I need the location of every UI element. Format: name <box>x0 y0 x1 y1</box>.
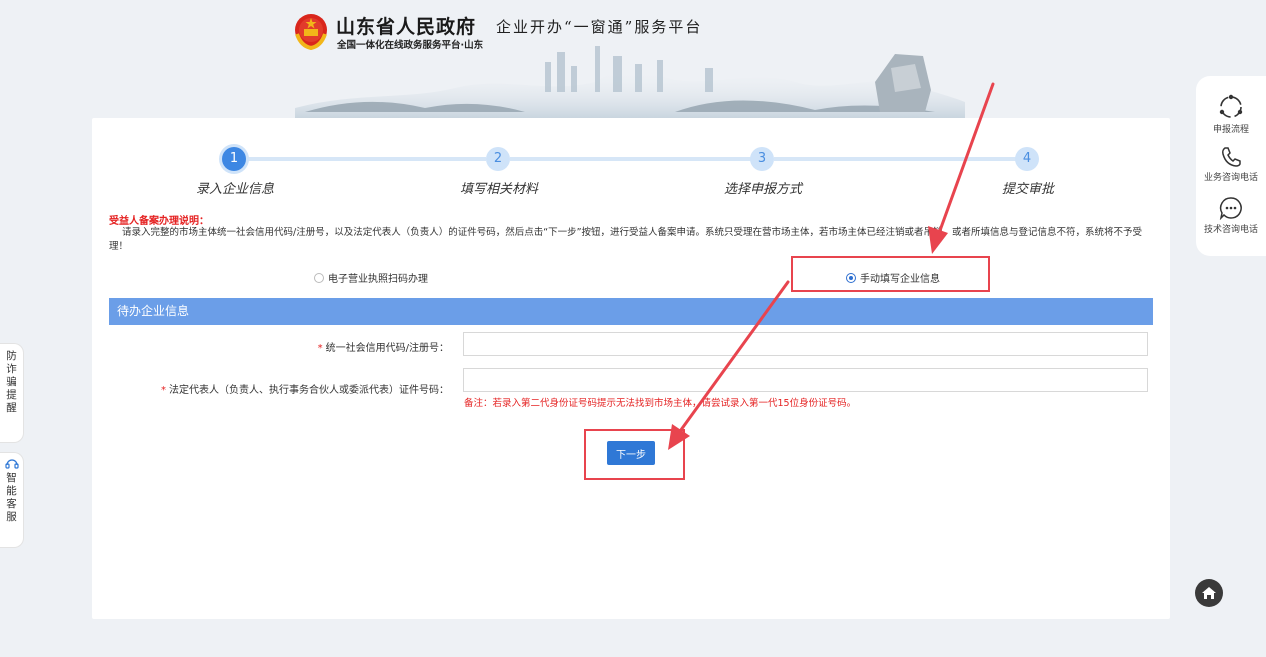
credit-code-input[interactable] <box>463 332 1148 356</box>
city-skyline-banner <box>295 46 965 118</box>
radio-unchecked-icon <box>314 272 324 283</box>
section-header: 待办企业信息 <box>109 298 1153 325</box>
annotation-box-manual <box>791 256 990 292</box>
tech-phone-link[interactable]: 技术咨询电话 <box>1196 196 1266 235</box>
page-header: 山东省人民政府 全国一体化在线政务服务平台·山东 企业开办“一窗通”服务平台 <box>0 0 1266 118</box>
step-connector <box>774 157 1016 161</box>
step-2-label: 填写相关材料 <box>460 182 539 197</box>
phone-icon <box>1222 147 1241 167</box>
step-3-circle: 3 <box>750 147 774 171</box>
smart-customer-service[interactable]: 智能客服 <box>0 452 24 548</box>
step-4-circle: 4 <box>1015 147 1039 171</box>
business-phone-link[interactable]: 业务咨询电话 <box>1196 146 1266 183</box>
government-name: 山东省人民政府 <box>336 16 477 38</box>
home-button[interactable] <box>1195 579 1223 607</box>
headset-icon <box>4 459 19 469</box>
notice-title: 受益人备案办理说明： <box>109 216 209 227</box>
annotation-box-next <box>584 429 685 480</box>
chat-icon <box>1219 197 1242 220</box>
radio-scan-license[interactable]: 电子营业执照扫码办理 <box>314 270 428 285</box>
notice-body: 请录入完整的市场主体统一社会信用代码/注册号，以及法定代表人（负责人）的证件号码… <box>109 227 1143 252</box>
platform-title: 企业开办“一窗通”服务平台 <box>496 18 703 36</box>
government-subtitle: 全国一体化在线政务服务平台·山东 <box>337 40 484 51</box>
step-3-label: 选择申报方式 <box>724 182 803 197</box>
step-connector <box>246 157 486 161</box>
step-1-circle: 1 <box>222 147 246 171</box>
credit-code-label: * 统一社会信用代码/注册号： <box>317 343 449 354</box>
right-float-panel: 申报流程 业务咨询电话 技术咨询电话 <box>1196 76 1266 256</box>
step-1-label: 录入企业信息 <box>196 182 275 197</box>
required-mark: * <box>317 343 323 354</box>
required-mark: * <box>161 385 166 396</box>
anti-fraud-reminder[interactable]: 防诈骗提醒 <box>0 343 24 443</box>
home-icon <box>1202 587 1216 599</box>
id-number-note: 备注：若录入第二代身份证号码提示无法找到市场主体，请尝试录入第一代15位身份证号… <box>464 398 857 409</box>
legal-rep-id-label: * 法定代表人（负责人、执行事务合伙人或委派代表）证件号码： <box>161 385 449 396</box>
step-2-circle: 2 <box>486 147 510 171</box>
process-icon <box>1219 94 1243 118</box>
national-emblem-icon <box>295 14 327 50</box>
legal-rep-id-input[interactable] <box>463 368 1148 392</box>
radio-scan-label: 电子营业执照扫码办理 <box>328 274 428 285</box>
step-4-label: 提交审批 <box>1002 182 1055 197</box>
report-process-link[interactable]: 申报流程 <box>1196 94 1266 135</box>
step-connector <box>510 157 752 161</box>
